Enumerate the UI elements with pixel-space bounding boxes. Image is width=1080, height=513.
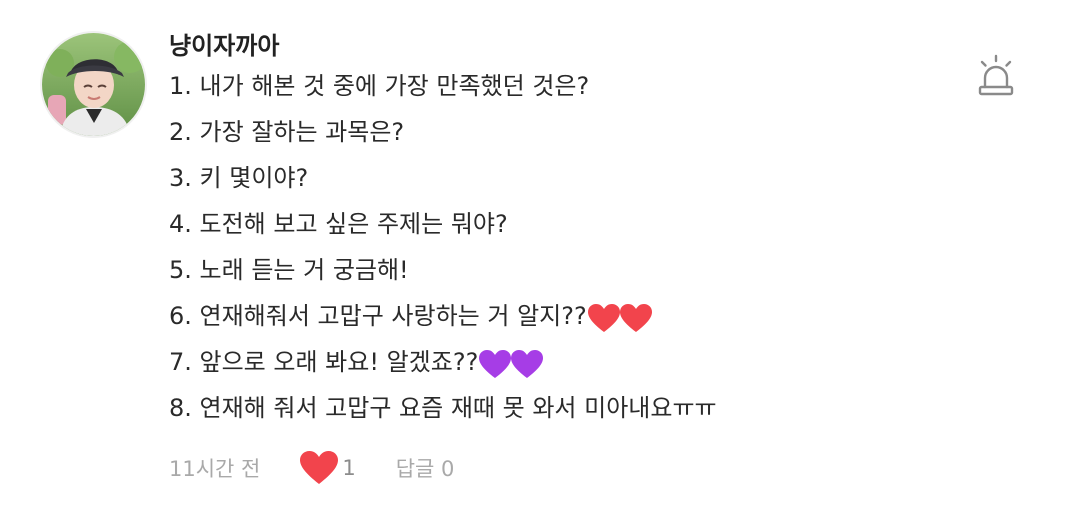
avatar[interactable]: [42, 33, 145, 136]
comment-line-text: 3. 키 몇이야?: [169, 164, 309, 192]
avatar-image: [42, 33, 145, 136]
comment-line-text: 4. 도전해 보고 싶은 주제는 뭐야?: [169, 210, 508, 238]
like-count: 1: [342, 456, 356, 480]
red-hearts-emoji: [587, 304, 652, 336]
like-button[interactable]: 1: [300, 451, 356, 485]
comment-line: 4. 도전해 보고 싶은 주제는 뭐야?: [169, 208, 717, 254]
comment-timestamp: 11시간 전: [169, 457, 261, 481]
comment-line: 8. 연재해 줘서 고맙구 요즘 재때 못 와서 미아내요ㅠㅠ: [169, 392, 717, 438]
comment-item: 냥이자까아 1. 내가 해본 것 중에 가장 만족했던 것은? 2. 가장 잘하…: [0, 0, 1080, 513]
heart-icon: [300, 451, 339, 484]
comment-line: 7. 앞으로 오래 봐요! 알겠죠??: [169, 346, 717, 392]
comment-line: 6. 연재해줘서 고맙구 사랑하는 거 알지??: [169, 300, 717, 346]
comment-line-text: 7. 앞으로 오래 봐요! 알겠죠??: [169, 348, 479, 376]
comment-line-text: 8. 연재해 줘서 고맙구 요즘 재때 못 와서 미아내요ㅠㅠ: [169, 394, 717, 422]
comment-line-text: 1. 내가 해본 것 중에 가장 만족했던 것은?: [169, 72, 590, 100]
reply-button[interactable]: 답글 0: [396, 453, 455, 483]
comment-line: 5. 노래 듣는 거 궁금해!: [169, 254, 717, 300]
comment-author[interactable]: 냥이자까아: [169, 30, 279, 62]
report-button[interactable]: [974, 54, 1018, 98]
comment-line: 1. 내가 해본 것 중에 가장 만족했던 것은?: [169, 70, 717, 116]
comment-line-text: 5. 노래 듣는 거 궁금해!: [169, 256, 409, 284]
comment-line-text: 2. 가장 잘하는 과목은?: [169, 118, 405, 146]
comment-meta: 11시간 전 1 답글 0: [169, 450, 454, 486]
siren-icon: [978, 54, 1014, 96]
comment-line: 3. 키 몇이야?: [169, 162, 717, 208]
comment-line-text: 6. 연재해줘서 고맙구 사랑하는 거 알지??: [169, 302, 587, 330]
comment-body: 1. 내가 해본 것 중에 가장 만족했던 것은? 2. 가장 잘하는 과목은?…: [169, 70, 717, 438]
red-heart-icon: [587, 304, 652, 332]
purple-hearts-emoji: [479, 350, 544, 382]
comment-line: 2. 가장 잘하는 과목은?: [169, 116, 717, 162]
purple-heart-icon: [479, 350, 544, 378]
